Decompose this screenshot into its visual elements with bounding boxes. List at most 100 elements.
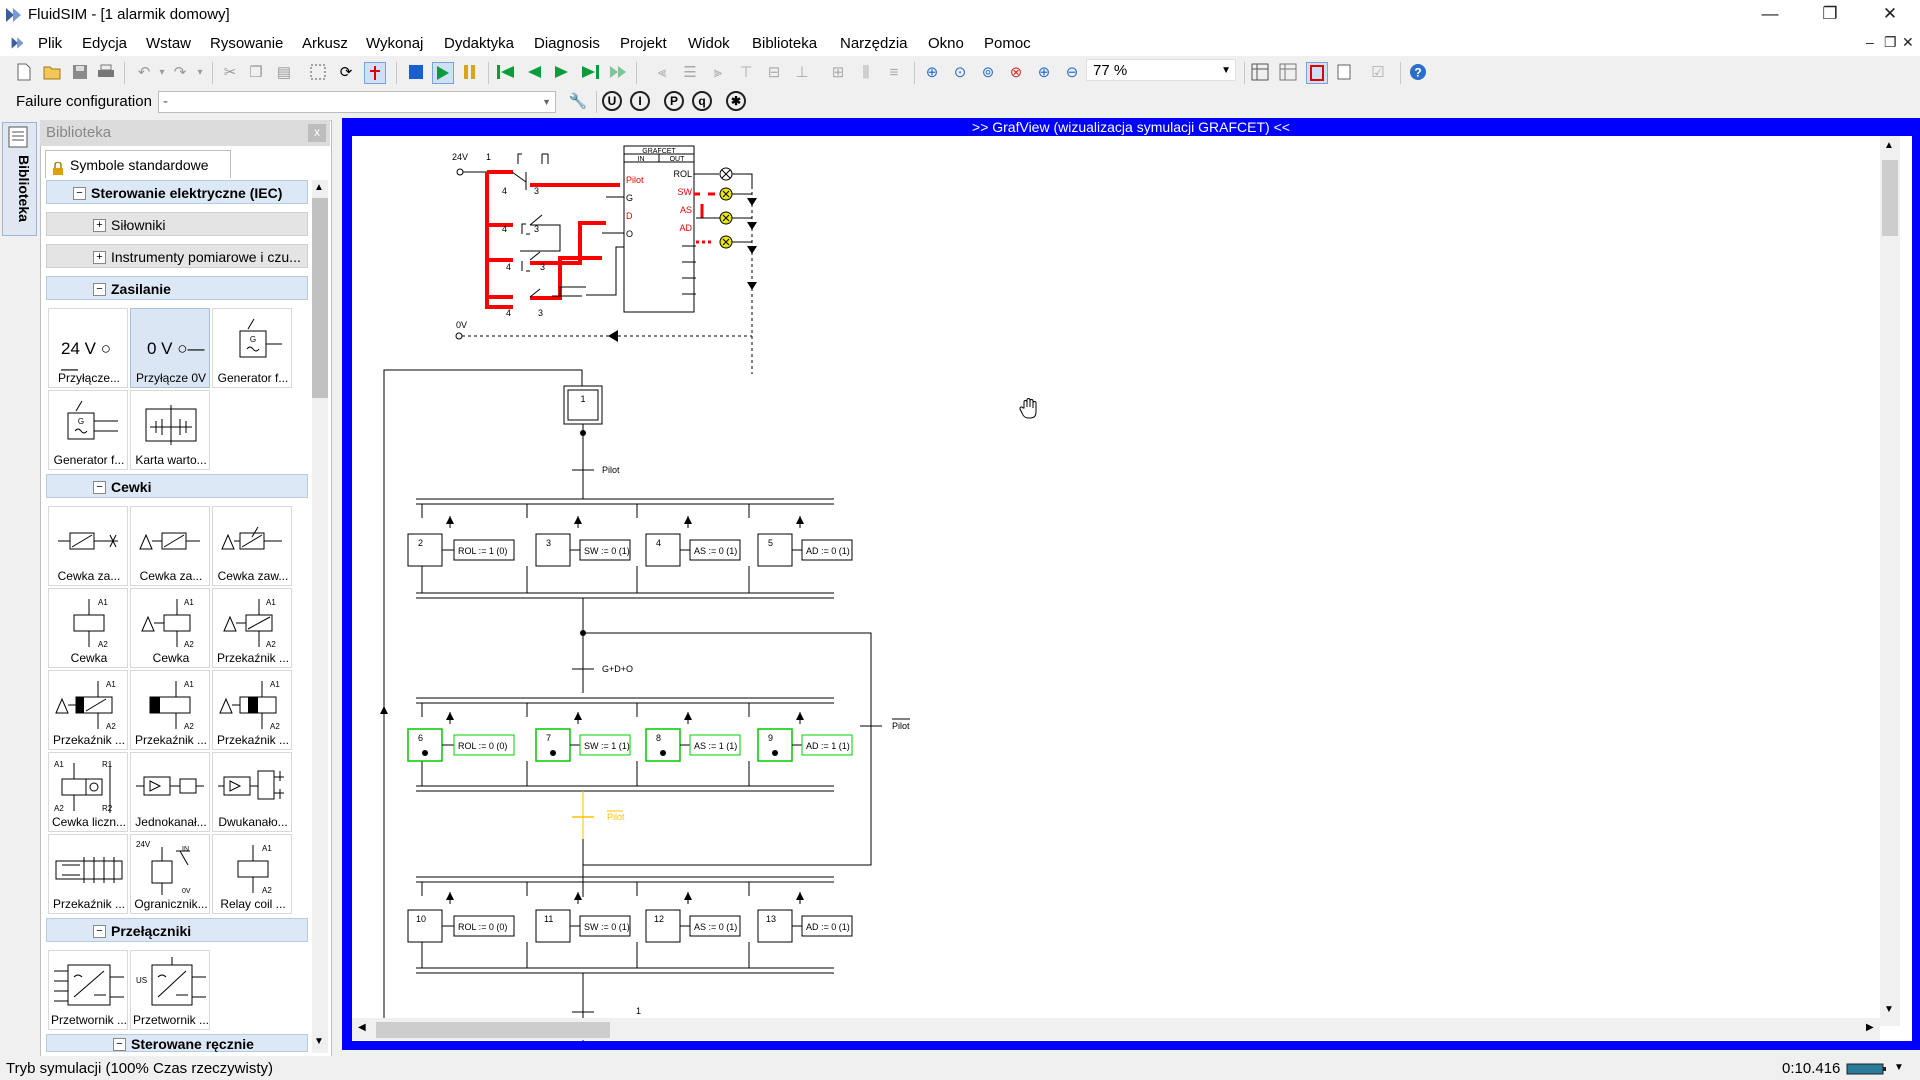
tile-przetwornik-2[interactable]: US Przetwornik ... — [130, 950, 210, 1030]
page-border-icon[interactable] — [1306, 62, 1328, 84]
tab-symbole-standardowe[interactable]: Symbole standardowe — [45, 150, 231, 178]
distribute-h-icon[interactable]: ⫼ — [856, 62, 876, 82]
tile-przekaznik-1[interactable]: A1 A2 Przekaźnik ... — [212, 588, 292, 668]
step-end-icon[interactable] — [580, 62, 600, 82]
copy-icon[interactable]: ❐ — [246, 62, 266, 82]
align-center-icon[interactable]: ☰ — [680, 62, 700, 82]
canvas-vertical-scrollbar[interactable] — [1880, 136, 1900, 1026]
category-przelaczniki[interactable]: − Przełączniki — [46, 918, 308, 942]
scroll-right-icon[interactable]: ▶ — [1866, 1022, 1874, 1033]
tile-przekaznik-2[interactable]: A1 A2 Przekaźnik ... — [48, 670, 128, 750]
library-scroll-thumb[interactable] — [312, 198, 328, 398]
save-icon[interactable] — [70, 62, 90, 82]
mdi-minimize-button[interactable]: – — [1866, 34, 1874, 50]
mdi-restore-button[interactable]: ❐ — [1884, 34, 1897, 51]
reset-icon[interactable] — [496, 62, 516, 82]
ruler-icon[interactable] — [1278, 62, 1298, 82]
wrench-icon[interactable]: 🔧 — [568, 91, 588, 111]
tile-cewka-zaworu-1[interactable]: Cewka za... — [48, 506, 128, 586]
zoom-fit-icon[interactable]: ⊕ — [922, 62, 942, 82]
grafcet-canvas[interactable]: .t{font-size:9px}.tr{font-size:9px;fill:… — [352, 136, 1912, 1041]
collapse-icon[interactable]: − — [73, 187, 86, 200]
menu-biblioteka[interactable]: Biblioteka — [752, 35, 817, 52]
redo-icon[interactable]: ↷ — [170, 62, 190, 82]
tile-cewka-1[interactable]: A1 A2 Cewka — [48, 588, 128, 668]
rotate-icon[interactable]: ⟳ — [336, 62, 356, 82]
tile-przekaznik-5[interactable]: Przekaźnik ... — [48, 834, 128, 914]
tile-przetwornik-1[interactable]: Przetwornik ... — [48, 950, 128, 1030]
zoom-window-icon[interactable]: ⊙ — [950, 62, 970, 82]
redo-dropdown-icon[interactable]: ▾ — [190, 62, 210, 82]
zoom-previous-icon[interactable]: ⊗ — [1006, 62, 1026, 82]
failure-p-button[interactable]: P — [664, 91, 684, 111]
expand-icon[interactable]: + — [93, 219, 106, 232]
scroll-down-icon[interactable]: ▼ — [314, 1036, 324, 1047]
distribute-icon[interactable]: ⊞ — [828, 62, 848, 82]
failure-u-button[interactable]: U — [602, 91, 622, 111]
menu-wstaw[interactable]: Wstaw — [146, 35, 191, 52]
tile-jednokanalowy[interactable]: Jednokanał... — [130, 752, 210, 832]
menu-widok[interactable]: Widok — [688, 35, 730, 52]
stop-icon[interactable] — [406, 62, 426, 82]
tile-dwukanalowy[interactable]: Dwukanało... — [212, 752, 292, 832]
category-silowniki[interactable]: + Siłowniki — [46, 212, 308, 236]
canvas-vertical-scroll-thumb[interactable] — [1882, 160, 1898, 236]
play-icon[interactable] — [432, 62, 454, 84]
menu-projekt[interactable]: Projekt — [620, 35, 667, 52]
page-view-icon[interactable] — [1334, 62, 1354, 82]
menu-pomoc[interactable]: Pomoc — [984, 35, 1031, 52]
scroll-up-icon[interactable]: ▲ — [314, 182, 324, 193]
step-back-icon[interactable] — [524, 62, 544, 82]
pause-icon[interactable] — [460, 62, 480, 82]
menu-arkusz[interactable]: Arkusz — [302, 35, 348, 52]
tile-ogranicznik[interactable]: 24V IN 0V Ogranicznik... — [130, 834, 210, 914]
zoom-page-icon[interactable]: ⊚ — [978, 62, 998, 82]
tile-przekaznik-3[interactable]: A1 A2 Przekaźnik ... — [130, 670, 210, 750]
undo-dropdown-icon[interactable]: ▾ — [152, 62, 172, 82]
zoom-combobox[interactable]: 77 % ▼ — [1086, 59, 1236, 81]
menu-rysowanie[interactable]: Rysowanie — [210, 35, 283, 52]
help-icon[interactable]: ? — [1408, 62, 1428, 82]
grid-icon[interactable] — [1250, 62, 1270, 82]
canvas-horizontal-scroll-thumb[interactable] — [376, 1022, 610, 1038]
new-file-icon[interactable] — [14, 62, 34, 82]
category-cewki[interactable]: − Cewki — [46, 474, 308, 498]
cut-icon[interactable]: ✂ — [220, 62, 240, 82]
maximize-button[interactable]: ❐ — [1800, 0, 1860, 30]
failure-config-select[interactable]: - ▼ — [158, 91, 556, 113]
library-close-button[interactable]: x — [308, 124, 326, 142]
tile-cewka-licznika[interactable]: A1 R1 A2 R2 Cewka liczn... — [48, 752, 128, 832]
zoom-in-icon[interactable]: ⊕ — [1034, 62, 1054, 82]
close-button[interactable]: ✕ — [1860, 0, 1920, 30]
expand-icon[interactable]: + — [93, 251, 106, 264]
chevron-down-icon[interactable]: ▼ — [1221, 60, 1231, 82]
failure-q-button[interactable]: q — [692, 91, 712, 111]
align-top-icon[interactable]: ⊤ — [736, 62, 756, 82]
scroll-up-icon[interactable]: ▲ — [1884, 140, 1894, 151]
undo-icon[interactable]: ↶ — [134, 62, 154, 82]
distribute-v-icon[interactable]: ≡ — [884, 62, 904, 82]
tile-przylacze-0v[interactable]: 0 V ○— Przyłącze 0V — [130, 308, 210, 388]
menu-edycja[interactable]: Edycja — [82, 35, 127, 52]
print-icon[interactable] — [96, 62, 116, 82]
tile-cewka-2[interactable]: A1 A2 Cewka — [130, 588, 210, 668]
menu-wykonaj[interactable]: Wykonaj — [366, 35, 423, 52]
tile-relay-coil[interactable]: A1 A2 Relay coil ... — [212, 834, 292, 914]
collapse-icon[interactable]: − — [113, 1038, 126, 1051]
menu-okno[interactable]: Okno — [928, 35, 964, 52]
tile-cewka-zaworu-3[interactable]: Cewka zaw... — [212, 506, 292, 586]
paste-icon[interactable]: ▤ — [274, 62, 294, 82]
menu-narzedzia[interactable]: Narzędzia — [840, 35, 908, 52]
category-instrumenty-pomiarowe[interactable]: + Instrumenty pomiarowe i czu... — [46, 244, 308, 268]
simulation-mode-icon[interactable] — [364, 62, 386, 84]
scroll-left-icon[interactable]: ◀ — [358, 1022, 366, 1033]
fast-forward-icon[interactable] — [608, 62, 628, 82]
chevron-down-icon[interactable]: ▼ — [1894, 1062, 1904, 1073]
failure-star-button[interactable]: ✱ — [726, 91, 746, 111]
tile-generator-2[interactable]: G Generator f... — [48, 390, 128, 470]
document-icon[interactable] — [10, 35, 26, 51]
align-left-icon[interactable]: ⫷ — [652, 62, 672, 82]
open-folder-icon[interactable] — [42, 62, 62, 82]
collapse-icon[interactable]: − — [93, 481, 106, 494]
category-sterowanie-elektryczne[interactable]: − Sterowanie elektryczne (IEC) — [46, 180, 308, 204]
